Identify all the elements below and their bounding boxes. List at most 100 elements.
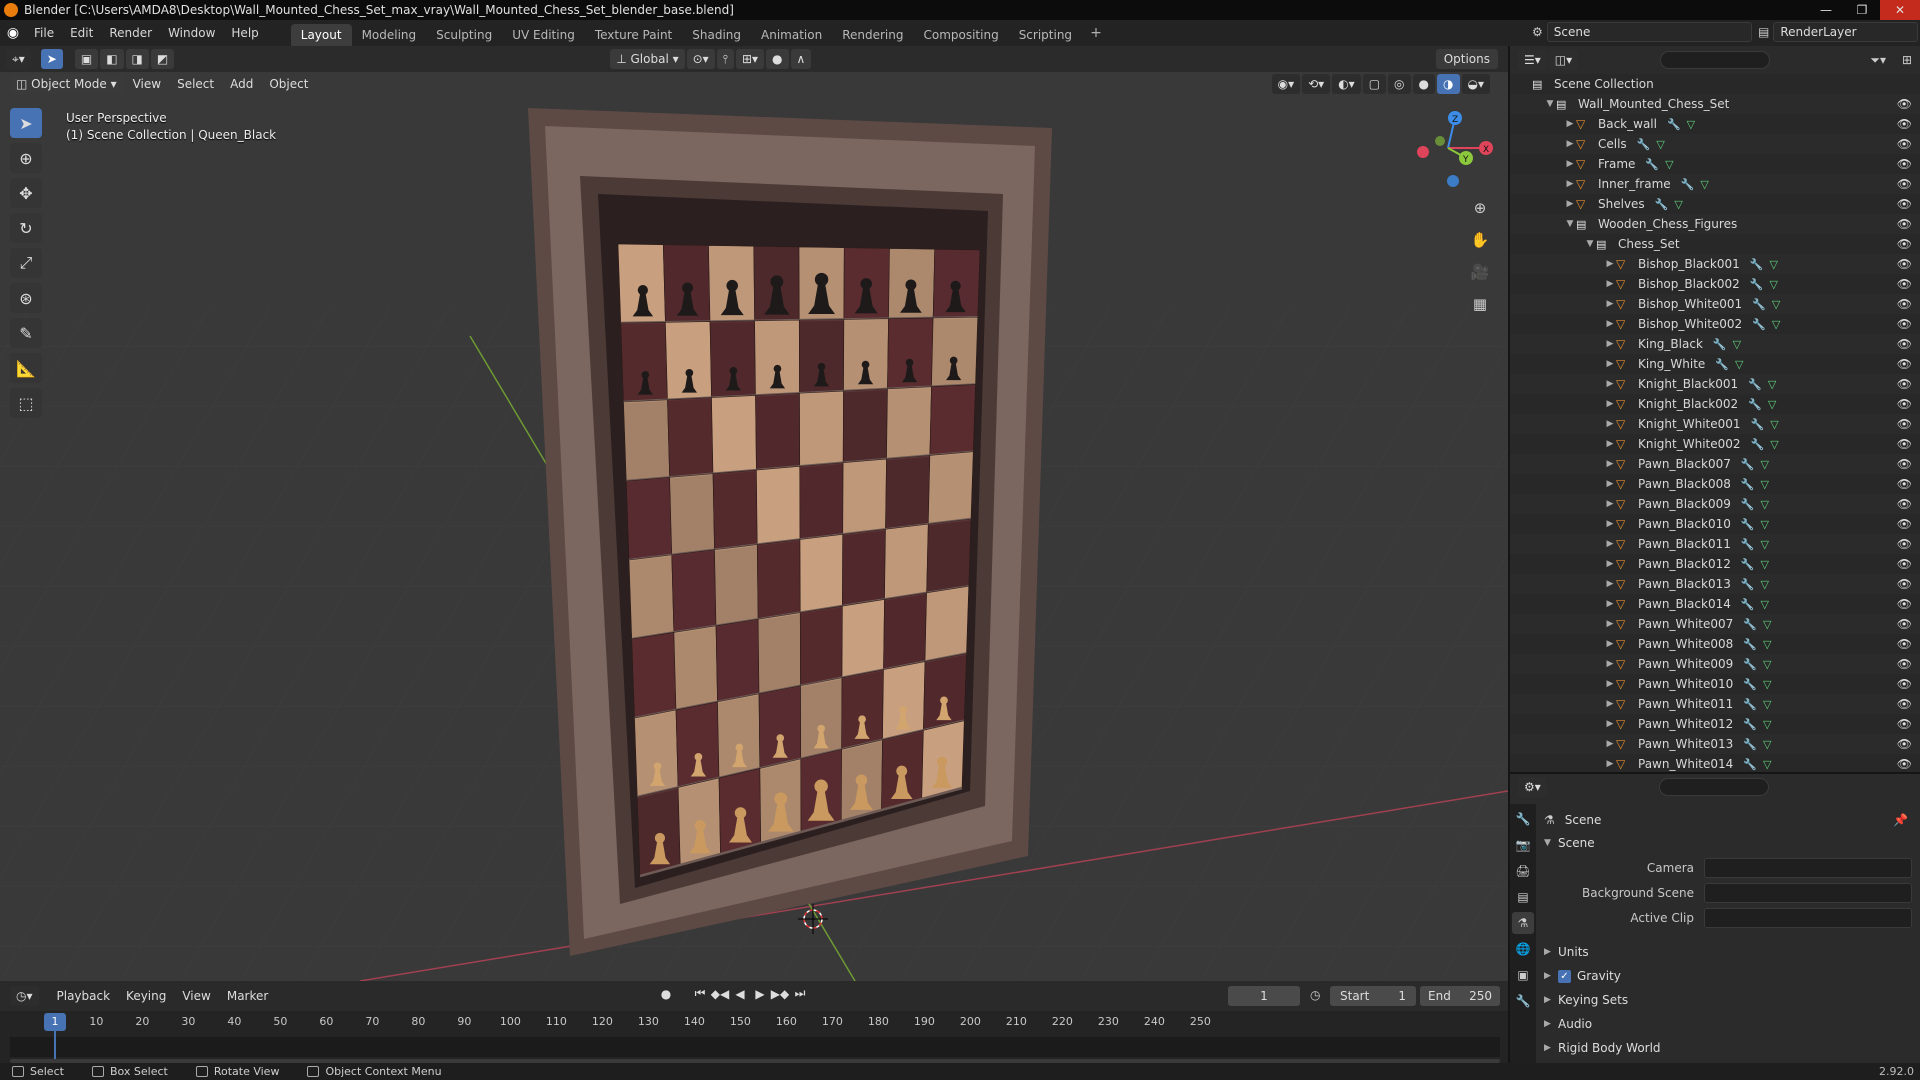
blender-menu-icon[interactable]: ◉ bbox=[0, 20, 26, 46]
collapse-arrow-icon[interactable]: ▼ bbox=[1584, 239, 1596, 249]
visibility-eye-icon[interactable]: 👁 bbox=[1897, 257, 1912, 271]
mesh-data-icon[interactable]: ▽ bbox=[1763, 718, 1771, 731]
ortho-grid-icon[interactable]: ▦ bbox=[1466, 290, 1494, 318]
expand-arrow-icon[interactable]: ▶ bbox=[1604, 539, 1616, 549]
visibility-eye-icon[interactable]: 👁 bbox=[1897, 317, 1912, 331]
tab-modeling[interactable]: Modeling bbox=[352, 24, 427, 46]
gravity-panel[interactable]: ▶ ✓ Gravity bbox=[1544, 964, 1912, 988]
expand-arrow-icon[interactable]: ▶ bbox=[1604, 519, 1616, 529]
mesh-data-icon[interactable]: ▽ bbox=[1761, 518, 1769, 531]
timeline-track[interactable] bbox=[10, 1037, 1500, 1057]
visibility-icon[interactable]: ◉▾ bbox=[1271, 74, 1301, 94]
outliner-row[interactable]: ▶ ▽ Knight_White001 🔧 ▽ 👁 bbox=[1510, 414, 1920, 434]
visibility-eye-icon[interactable]: 👁 bbox=[1897, 237, 1912, 251]
outliner-row[interactable]: ▶ ▽ Shelves 🔧 ▽ 👁 bbox=[1510, 194, 1920, 214]
select-subtract-icon[interactable]: ◨ bbox=[125, 49, 149, 69]
menu-help[interactable]: Help bbox=[223, 22, 266, 44]
outliner-row[interactable]: ▶ ▽ Pawn_Black008 🔧 ▽ 👁 bbox=[1510, 474, 1920, 494]
expand-arrow-icon[interactable]: ▶ bbox=[1564, 199, 1576, 209]
expand-arrow-icon[interactable]: ▶ bbox=[1604, 639, 1616, 649]
mesh-data-icon[interactable]: ▽ bbox=[1735, 358, 1743, 371]
modifier-wrench-icon[interactable]: 🔧 bbox=[1750, 278, 1764, 291]
modifier-wrench-icon[interactable]: 🔧 bbox=[1741, 578, 1755, 591]
pan-hand-icon[interactable]: ✋ bbox=[1466, 226, 1494, 254]
mesh-data-icon[interactable]: ▽ bbox=[1770, 438, 1778, 451]
outliner-row[interactable]: ▶ ▽ Inner_frame 🔧 ▽ 👁 bbox=[1510, 174, 1920, 194]
orientation-dropdown[interactable]: ⊥ Global ▾ bbox=[610, 49, 685, 69]
mesh-data-icon[interactable]: ▽ bbox=[1769, 258, 1777, 271]
mesh-data-icon[interactable]: ▽ bbox=[1770, 418, 1778, 431]
output-tab-icon[interactable]: 🖨 bbox=[1512, 860, 1534, 882]
tab-texture-paint[interactable]: Texture Paint bbox=[585, 24, 682, 46]
mesh-data-icon[interactable]: ▽ bbox=[1768, 378, 1776, 391]
expand-arrow-icon[interactable]: ▶ bbox=[1604, 739, 1616, 749]
material-shading-icon[interactable]: ◑ bbox=[1437, 74, 1460, 94]
collapse-arrow-icon[interactable]: ▼ bbox=[1544, 99, 1556, 109]
viewport-menu-view[interactable]: View bbox=[125, 74, 169, 94]
tab-scripting[interactable]: Scripting bbox=[1009, 24, 1082, 46]
select-box-mode-icon[interactable]: ▣ bbox=[74, 49, 99, 69]
zoom-icon[interactable]: ⊕ bbox=[1466, 194, 1494, 222]
modifier-wrench-icon[interactable]: 🔧 bbox=[1750, 258, 1764, 271]
visibility-eye-icon[interactable]: 👁 bbox=[1897, 657, 1912, 671]
end-frame-field[interactable]: End 250 bbox=[1420, 986, 1500, 1006]
modifier-wrench-icon[interactable]: 🔧 bbox=[1743, 698, 1757, 711]
visibility-eye-icon[interactable]: 👁 bbox=[1897, 417, 1912, 431]
outliner-row[interactable]: ▶ ▽ Knight_White002 🔧 ▽ 👁 bbox=[1510, 434, 1920, 454]
expand-arrow-icon[interactable]: ▶ bbox=[1604, 279, 1616, 289]
select-extend-icon[interactable]: ◧ bbox=[100, 49, 124, 69]
mesh-data-icon[interactable]: ▽ bbox=[1763, 618, 1771, 631]
outliner-row[interactable]: ▶ ▽ Bishop_White001 🔧 ▽ 👁 bbox=[1510, 294, 1920, 314]
expand-arrow-icon[interactable]: ▶ bbox=[1604, 699, 1616, 709]
visibility-eye-icon[interactable]: 👁 bbox=[1897, 557, 1912, 571]
visibility-eye-icon[interactable]: 👁 bbox=[1897, 337, 1912, 351]
scene-tab-icon[interactable]: ⚗ bbox=[1512, 912, 1534, 934]
start-frame-field[interactable]: Start 1 bbox=[1330, 986, 1416, 1006]
camera-view-icon[interactable]: 🎥 bbox=[1466, 258, 1494, 286]
jump-start-icon[interactable]: ⏮ bbox=[690, 986, 710, 1001]
mesh-data-icon[interactable]: ▽ bbox=[1763, 738, 1771, 751]
visibility-eye-icon[interactable]: 👁 bbox=[1897, 97, 1912, 111]
outliner[interactable]: ☰▾ ◫▾ ⏷▾ ⊞ ▤ Scene Collection ▼ ▤ Wall_Mou… bbox=[1508, 46, 1920, 772]
rotate-tool-icon[interactable]: ↻ bbox=[10, 213, 42, 243]
modifier-wrench-icon[interactable]: 🔧 bbox=[1743, 758, 1757, 771]
expand-arrow-icon[interactable]: ▶ bbox=[1604, 339, 1616, 349]
visibility-eye-icon[interactable]: 👁 bbox=[1897, 197, 1912, 211]
jump-end-icon[interactable]: ⏭ bbox=[790, 986, 810, 1001]
menu-file[interactable]: File bbox=[26, 22, 62, 44]
outliner-row[interactable]: ▶ ▽ King_Black 🔧 ▽ 👁 bbox=[1510, 334, 1920, 354]
visibility-eye-icon[interactable]: 👁 bbox=[1897, 217, 1912, 231]
mesh-data-icon[interactable]: ▽ bbox=[1700, 178, 1708, 191]
mesh-data-icon[interactable]: ▽ bbox=[1769, 278, 1777, 291]
world-tab-icon[interactable]: 🌐 bbox=[1512, 938, 1534, 960]
outliner-row[interactable]: ▶ ▽ Pawn_Black013 🔧 ▽ 👁 bbox=[1510, 574, 1920, 594]
modifier-wrench-icon[interactable]: 🔧 bbox=[1743, 638, 1757, 651]
select-tool-icon[interactable]: ➤ bbox=[40, 49, 63, 69]
outliner-row[interactable]: ▶ ▽ Pawn_White010 🔧 ▽ 👁 bbox=[1510, 674, 1920, 694]
expand-arrow-icon[interactable]: ▶ bbox=[1604, 579, 1616, 589]
mesh-data-icon[interactable]: ▽ bbox=[1763, 698, 1771, 711]
expand-arrow-icon[interactable]: ▶ bbox=[1564, 119, 1576, 129]
expand-arrow-icon[interactable]: ▶ bbox=[1604, 619, 1616, 629]
modifier-wrench-icon[interactable]: 🔧 bbox=[1751, 418, 1765, 431]
next-keyframe-icon[interactable]: ▶◆ bbox=[770, 987, 790, 1001]
visibility-eye-icon[interactable]: 👁 bbox=[1897, 297, 1912, 311]
outliner-row[interactable]: ▶ ▽ Knight_Black001 🔧 ▽ 👁 bbox=[1510, 374, 1920, 394]
add-workspace-button[interactable]: + bbox=[1082, 22, 1110, 44]
mesh-data-icon[interactable]: ▽ bbox=[1768, 398, 1776, 411]
wireframe-shading-icon[interactable]: ◎ bbox=[1388, 74, 1411, 94]
mesh-data-icon[interactable]: ▽ bbox=[1687, 118, 1695, 131]
render-layer-field[interactable]: RenderLayer bbox=[1773, 22, 1918, 42]
scene-collection-row[interactable]: ▤ Scene Collection bbox=[1510, 74, 1920, 94]
tab-sculpting[interactable]: Sculpting bbox=[426, 24, 502, 46]
chess-board[interactable] bbox=[617, 243, 981, 878]
mesh-data-icon[interactable]: ▽ bbox=[1656, 138, 1664, 151]
timeline-menu-playback[interactable]: Playback bbox=[49, 986, 119, 1006]
visibility-eye-icon[interactable]: 👁 bbox=[1897, 377, 1912, 391]
timeline-ruler[interactable]: 10 20 30 40 50 60 70 80 90 100 110 120 130 140 150 160 1… bbox=[10, 1013, 1500, 1033]
active-clip-value[interactable] bbox=[1704, 908, 1912, 928]
outliner-row[interactable]: ▶ ▽ Pawn_White007 🔧 ▽ 👁 bbox=[1510, 614, 1920, 634]
object-tab-icon[interactable]: ▣ bbox=[1512, 964, 1534, 986]
timeline-menu-view[interactable]: View bbox=[174, 986, 218, 1006]
measure-tool-icon[interactable]: 📐 bbox=[10, 353, 42, 383]
